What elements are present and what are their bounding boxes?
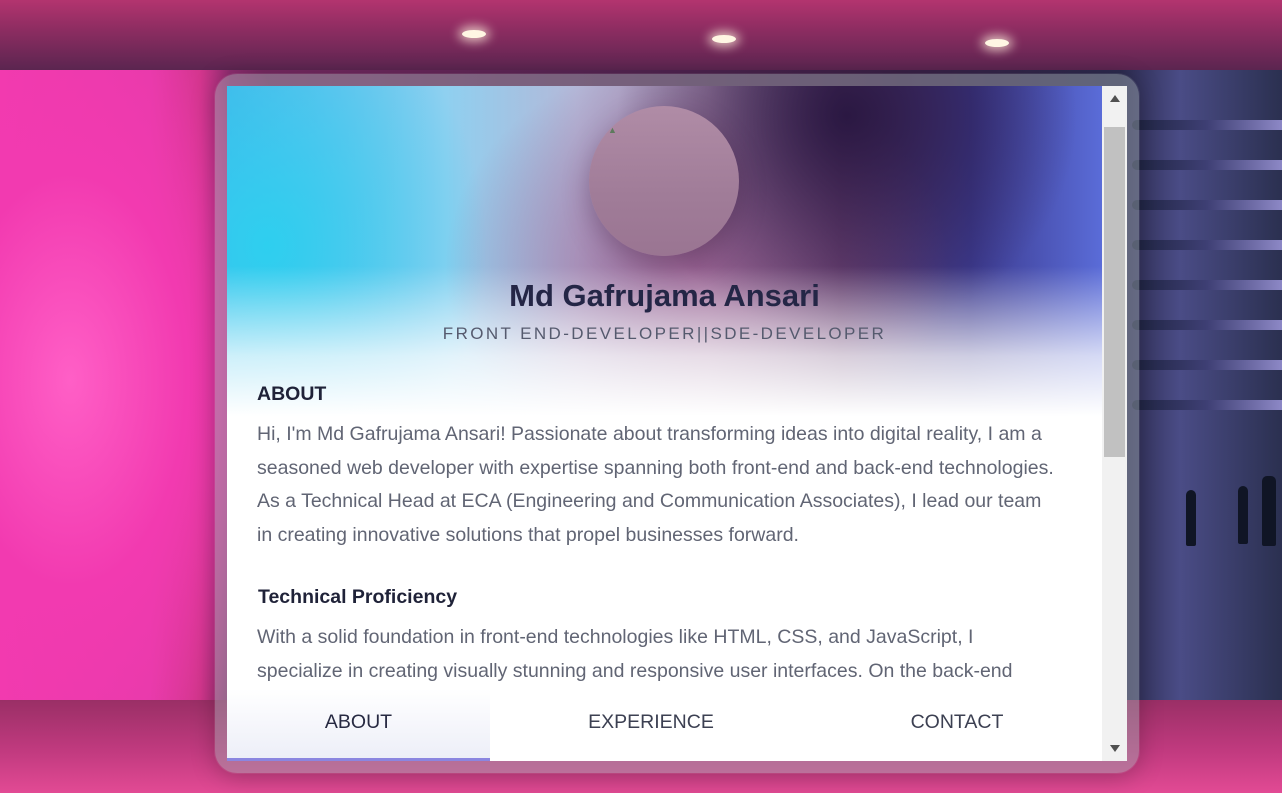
broken-image-icon: ▲ <box>608 125 617 135</box>
tunnel-rib <box>1132 120 1282 130</box>
scroll-down-button[interactable] <box>1102 738 1127 758</box>
scroll-up-button[interactable] <box>1102 88 1127 108</box>
tunnel-rib <box>1132 280 1282 290</box>
tunnel-rib <box>1132 240 1282 250</box>
silhouette <box>1186 490 1196 546</box>
ceiling-light <box>712 35 736 43</box>
tab-about[interactable]: ABOUT <box>227 689 490 761</box>
vertical-scrollbar[interactable] <box>1102 86 1127 761</box>
tab-experience[interactable]: EXPERIENCE <box>490 689 812 761</box>
tunnel-rib <box>1132 160 1282 170</box>
profile-name: Md Gafrujama Ansari <box>509 278 820 313</box>
ceiling-light <box>462 30 486 38</box>
ceiling-light <box>985 39 1009 47</box>
tunnel-rib <box>1132 360 1282 370</box>
tab-contact[interactable]: CONTACT <box>812 689 1102 761</box>
ceiling <box>0 0 1282 70</box>
about-text: Hi, I'm Md Gafrujama Ansari! Passionate … <box>257 423 1054 546</box>
silhouette <box>1262 476 1276 546</box>
profile-card: ▲ Md Gafrujama Ansari FRONT END-DEVELOPE… <box>227 86 1102 761</box>
about-heading: ABOUT <box>257 383 327 405</box>
scrollbar-thumb[interactable] <box>1104 127 1125 457</box>
proficiency-heading: Technical Proficiency <box>258 586 458 608</box>
tunnel-rib <box>1132 320 1282 330</box>
avatar: ▲ <box>589 106 739 256</box>
tab-bar: ABOUT EXPERIENCE CONTACT <box>227 689 1102 761</box>
arrow-up-icon <box>1109 94 1120 102</box>
silhouette <box>1238 486 1248 544</box>
tunnel-rib <box>1132 400 1282 410</box>
arrow-down-icon <box>1109 744 1120 752</box>
tunnel-rib <box>1132 200 1282 210</box>
profile-role: FRONT END-DEVELOPER||SDE-DEVELOPER <box>442 324 887 343</box>
